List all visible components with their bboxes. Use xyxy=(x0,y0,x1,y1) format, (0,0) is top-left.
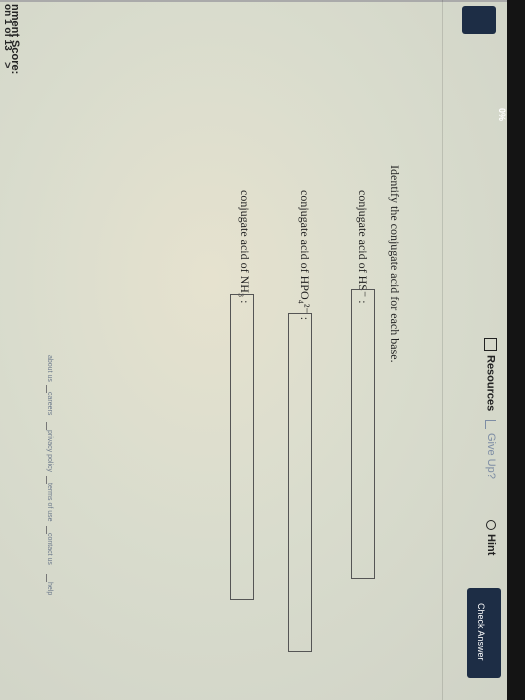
lightbulb-icon xyxy=(485,520,496,530)
give-up-label: Give Up? xyxy=(485,433,497,479)
footer-link-help[interactable]: help xyxy=(46,582,53,595)
footer-link-careers[interactable]: careers xyxy=(46,392,53,415)
answer-input-nh3[interactable] xyxy=(230,294,254,600)
footer-divider xyxy=(46,422,47,430)
hint-button[interactable]: Hint xyxy=(485,520,497,555)
resources-label: Resources xyxy=(484,355,497,412)
item-label-hs: conjugate acid of HS⁻ : xyxy=(356,190,370,304)
footer-divider xyxy=(46,574,47,582)
resources-button[interactable]: Resources xyxy=(484,338,497,411)
give-up-button[interactable]: Give Up? xyxy=(485,420,497,479)
footer-link-contact[interactable]: contact us xyxy=(46,533,53,565)
top-border xyxy=(0,0,507,2)
hint-label: Hint xyxy=(485,534,497,556)
answer-input-hpo4[interactable] xyxy=(288,313,312,652)
answer-input-hs[interactable] xyxy=(351,289,375,579)
score-value: 0% xyxy=(497,108,507,122)
item-label-nh3: conjugate acid of NH₃ : xyxy=(238,190,252,304)
header-divider xyxy=(442,0,443,700)
footer-link-about[interactable]: about us xyxy=(46,355,53,382)
assignment-screen: nment Score: 0% on 1 of 13 > Resources G… xyxy=(0,0,525,700)
footer-link-terms[interactable]: terms of use xyxy=(46,483,53,522)
question-counter: on 1 of 13 xyxy=(2,4,13,51)
item-label-hpo4: conjugate acid of HPO₄²⁻ : xyxy=(298,190,312,321)
footer-link-privacy[interactable]: privacy policy xyxy=(46,430,53,472)
give-up-icon xyxy=(485,420,497,429)
question-prompt: Identify the conjugate acid for each bas… xyxy=(388,165,402,363)
check-answer-label: Check Answer xyxy=(476,603,486,661)
screen-bezel xyxy=(507,0,525,700)
resources-icon xyxy=(484,338,497,351)
next-question-chevron-icon[interactable]: > xyxy=(1,62,13,68)
score-badge xyxy=(462,6,496,34)
